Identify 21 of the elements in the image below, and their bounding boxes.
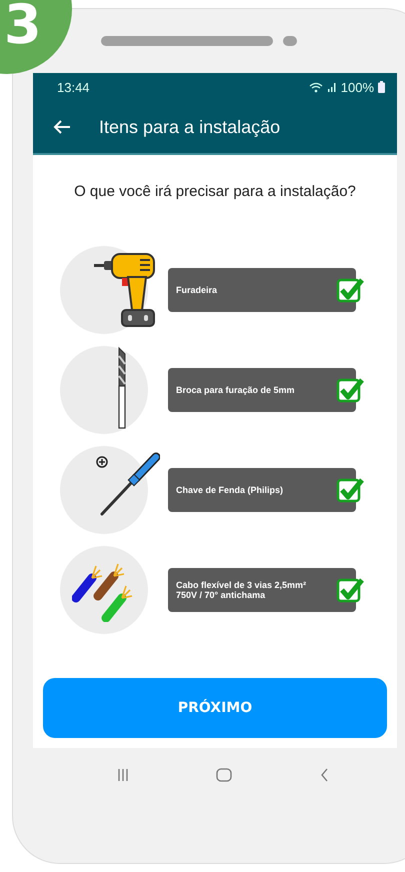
- status-time: 13:44: [57, 80, 90, 94]
- checkbox[interactable]: [336, 376, 364, 404]
- wifi-icon: [308, 82, 323, 92]
- back-arrow-icon[interactable]: [53, 120, 71, 134]
- signal-icon: [326, 82, 337, 92]
- checkbox[interactable]: [336, 476, 364, 504]
- item-label: Cabo flexível de 3 vias 2,5mm² 750V / 70° antichama: [168, 568, 356, 612]
- battery-icon: [378, 81, 385, 93]
- checkbox[interactable]: [336, 576, 364, 604]
- recent-apps-icon[interactable]: [116, 768, 129, 782]
- item-label: Broca para furação de 5mm: [168, 368, 356, 412]
- screen-title: Itens para a instalação: [99, 116, 280, 138]
- screwdriver-drawing: [94, 452, 160, 518]
- battery-level: 100%: [340, 80, 374, 94]
- item-label: Chave de Fenda (Philips): [168, 468, 356, 512]
- checkbox[interactable]: [336, 276, 364, 304]
- item-label: Furadeira: [168, 268, 356, 312]
- home-icon[interactable]: [216, 768, 232, 782]
- back-icon[interactable]: [320, 768, 330, 782]
- next-button[interactable]: PRÓXIMO: [43, 678, 387, 738]
- question-text: O que você irá precisar para a instalação?: [73, 183, 357, 200]
